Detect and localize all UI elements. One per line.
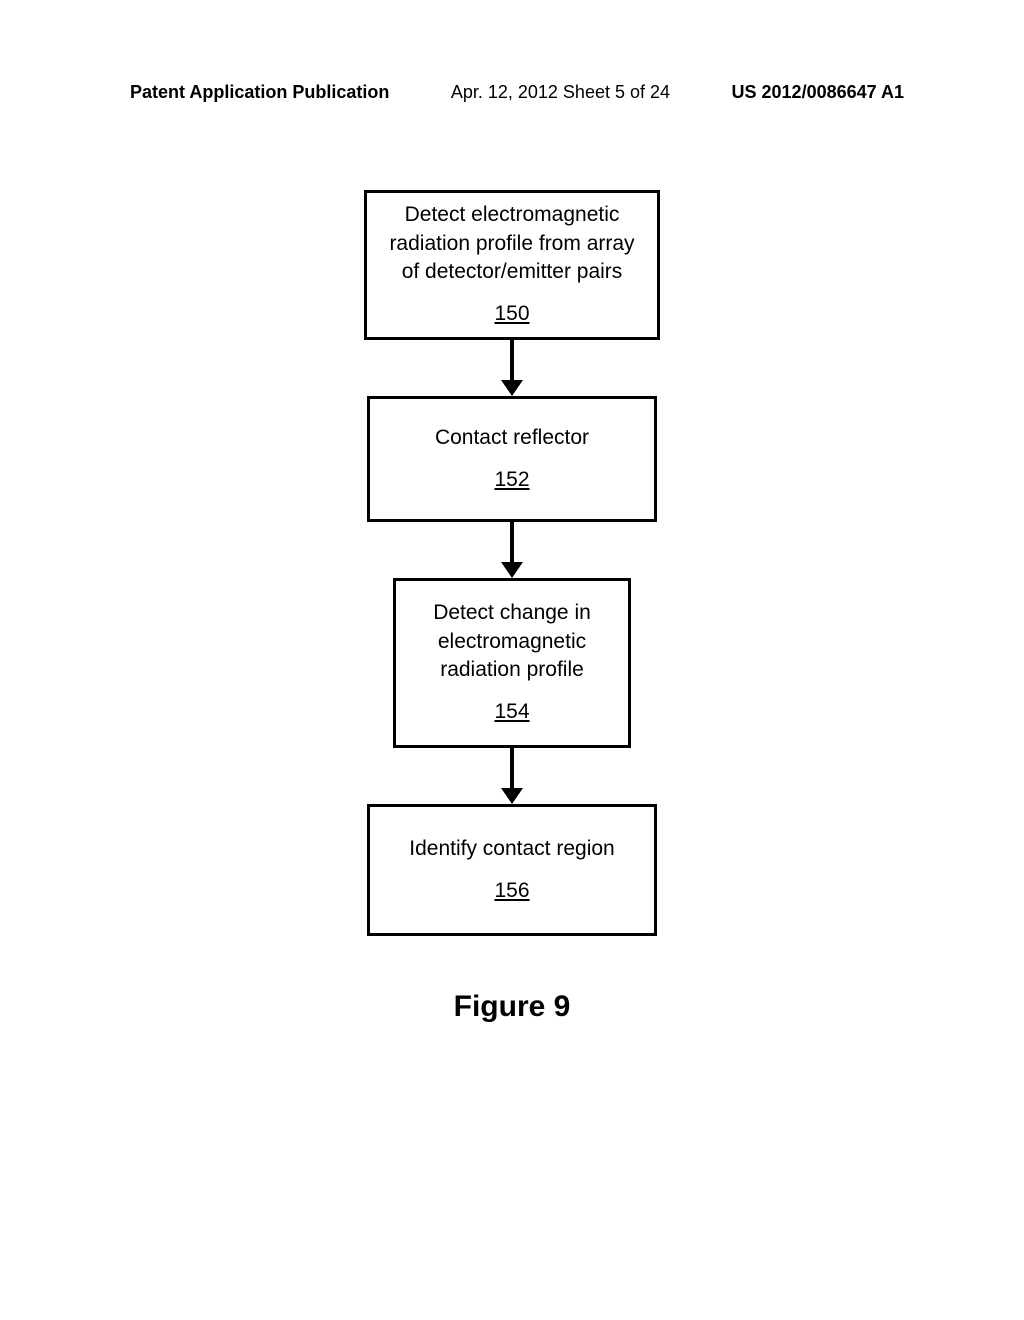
flowchart: Detect electromagnetic radiation profile…: [364, 190, 660, 936]
step-ref: 152: [494, 466, 529, 494]
step-text: Contact reflector: [435, 424, 589, 452]
figure-title: Figure 9: [454, 990, 571, 1024]
flowchart-step-154: Detect change in electromagnetic radiati…: [393, 578, 631, 748]
step-ref: 156: [494, 877, 529, 905]
flowchart-step-150: Detect electromagnetic radiation profile…: [364, 190, 660, 340]
step-ref: 150: [494, 300, 529, 328]
page-header: Patent Application Publication Apr. 12, …: [0, 82, 1024, 103]
step-text: Identify contact region: [409, 835, 614, 863]
header-publication-type: Patent Application Publication: [130, 82, 389, 103]
flowchart-step-156: Identify contact region 156: [367, 804, 657, 936]
header-publication-number: US 2012/0086647 A1: [732, 82, 904, 103]
step-text: Detect electromagnetic radiation profile…: [379, 201, 645, 286]
header-date-sheet: Apr. 12, 2012 Sheet 5 of 24: [451, 82, 670, 103]
arrow-icon: [501, 340, 523, 396]
step-ref: 154: [494, 698, 529, 726]
arrow-icon: [501, 522, 523, 578]
arrow-icon: [501, 748, 523, 804]
flowchart-step-152: Contact reflector 152: [367, 396, 657, 522]
step-text: Detect change in electromagnetic radiati…: [408, 599, 616, 684]
